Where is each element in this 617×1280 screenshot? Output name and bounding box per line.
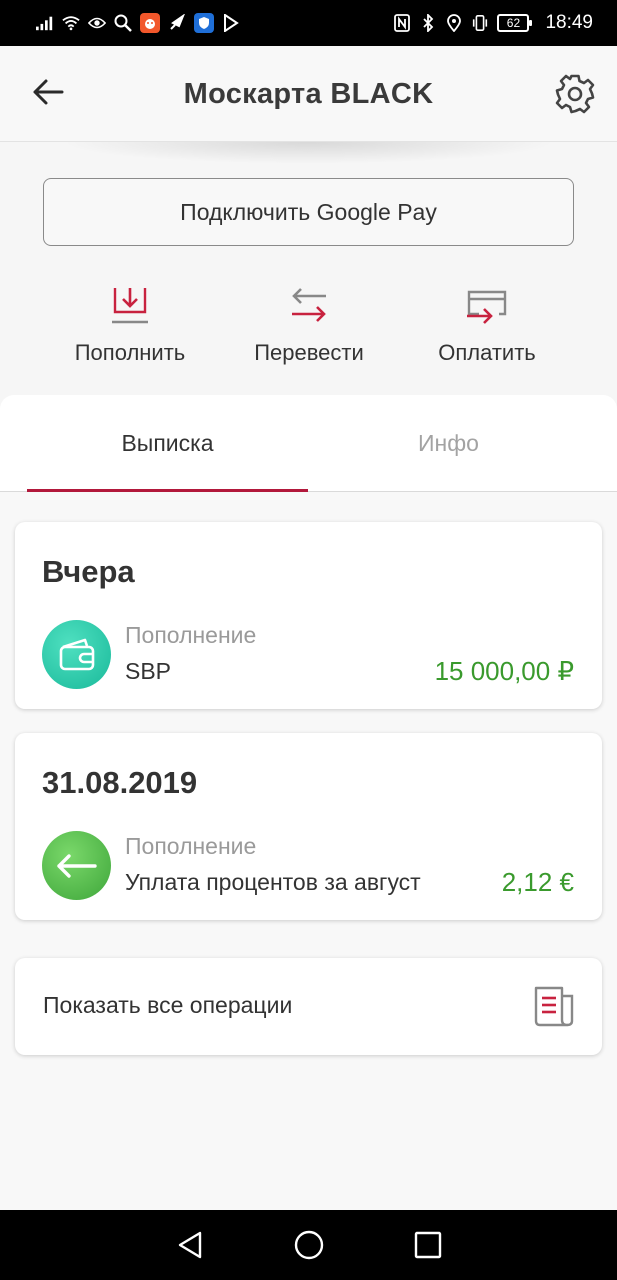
transfer-label: Перевести — [254, 340, 364, 365]
show-all-operations-button[interactable]: Показать все операции — [15, 958, 602, 1055]
pay-label: Оплатить — [438, 340, 536, 365]
app-bar: Москарта BLACK — [0, 46, 617, 142]
clock: 18:49 — [545, 12, 593, 33]
nav-recents-button[interactable] — [408, 1225, 448, 1265]
transfer-action[interactable]: Перевести — [219, 280, 399, 366]
nav-back-button[interactable] — [170, 1225, 210, 1265]
vibrate-icon — [471, 14, 489, 32]
nfc-icon — [393, 14, 411, 32]
circle-home-icon — [294, 1230, 323, 1260]
tab-statement[interactable]: Выписка — [27, 395, 308, 492]
system-navigation-bar — [0, 1210, 617, 1280]
top-up-label: Пополнить — [74, 340, 186, 365]
transaction-type: Пополнение — [125, 622, 257, 648]
nav-home-button[interactable] — [289, 1225, 329, 1265]
pay-icon — [462, 280, 512, 330]
transaction-type: Пополнение — [125, 833, 257, 859]
eye-icon — [88, 14, 106, 32]
bluetooth-icon — [419, 14, 437, 32]
page-title: Москарта BLACK — [183, 78, 434, 110]
wifi-icon — [62, 14, 80, 32]
search-icon — [114, 14, 132, 32]
transaction-group: Вчера Пополнение SBP 15 000,00 ₽ — [15, 522, 602, 709]
settings-button[interactable] — [553, 72, 597, 116]
card-shadow — [60, 142, 557, 164]
tab-info[interactable]: Инфо — [308, 395, 589, 492]
transaction-date: 31.08.2019 — [42, 765, 198, 800]
connect-google-pay-button[interactable]: Подключить Google Pay — [43, 178, 574, 246]
quick-actions: Пополнить Перевести Оплатить — [0, 280, 617, 370]
status-bar-right: 62 18:49 — [393, 12, 593, 34]
transaction-amount: 15 000,00 ₽ — [434, 656, 574, 686]
status-bar: 62 18:49 — [0, 0, 617, 46]
top-up-icon — [105, 280, 155, 330]
square-recents-icon — [414, 1231, 441, 1259]
statement-sheet: Выписка Инфо Вчера Пополнение SBP 15 000… — [0, 395, 617, 1210]
triangle-back-icon — [178, 1231, 201, 1259]
pay-action[interactable]: Оплатить — [397, 280, 577, 366]
location-icon — [445, 14, 463, 32]
transaction-date: Вчера — [42, 554, 135, 589]
play-store-icon — [222, 14, 240, 32]
battery-indicator: 62 — [497, 14, 533, 32]
transaction-group: 31.08.2019 Пополнение Уплата процентов з… — [15, 733, 602, 920]
active-tab-indicator — [27, 489, 308, 492]
gear-icon — [555, 74, 595, 114]
show-all-operations-label: Показать все операции — [43, 992, 293, 1018]
statement-document-icon — [532, 986, 576, 1028]
transaction-description: SBP — [125, 658, 172, 684]
app-notification-icon — [140, 13, 160, 33]
transfer-icon — [284, 280, 334, 330]
rocket-icon — [168, 14, 186, 32]
signal-icon — [36, 14, 54, 32]
wallet-icon — [42, 620, 111, 689]
transaction-description: Уплата процентов за август — [125, 869, 421, 895]
transaction-amount: 2,12 € — [501, 867, 574, 897]
shield-icon — [194, 13, 214, 33]
status-bar-left — [36, 13, 240, 33]
arrow-left-icon — [42, 831, 111, 900]
top-up-action[interactable]: Пополнить — [40, 280, 220, 366]
tab-bar: Выписка Инфо — [0, 395, 617, 492]
